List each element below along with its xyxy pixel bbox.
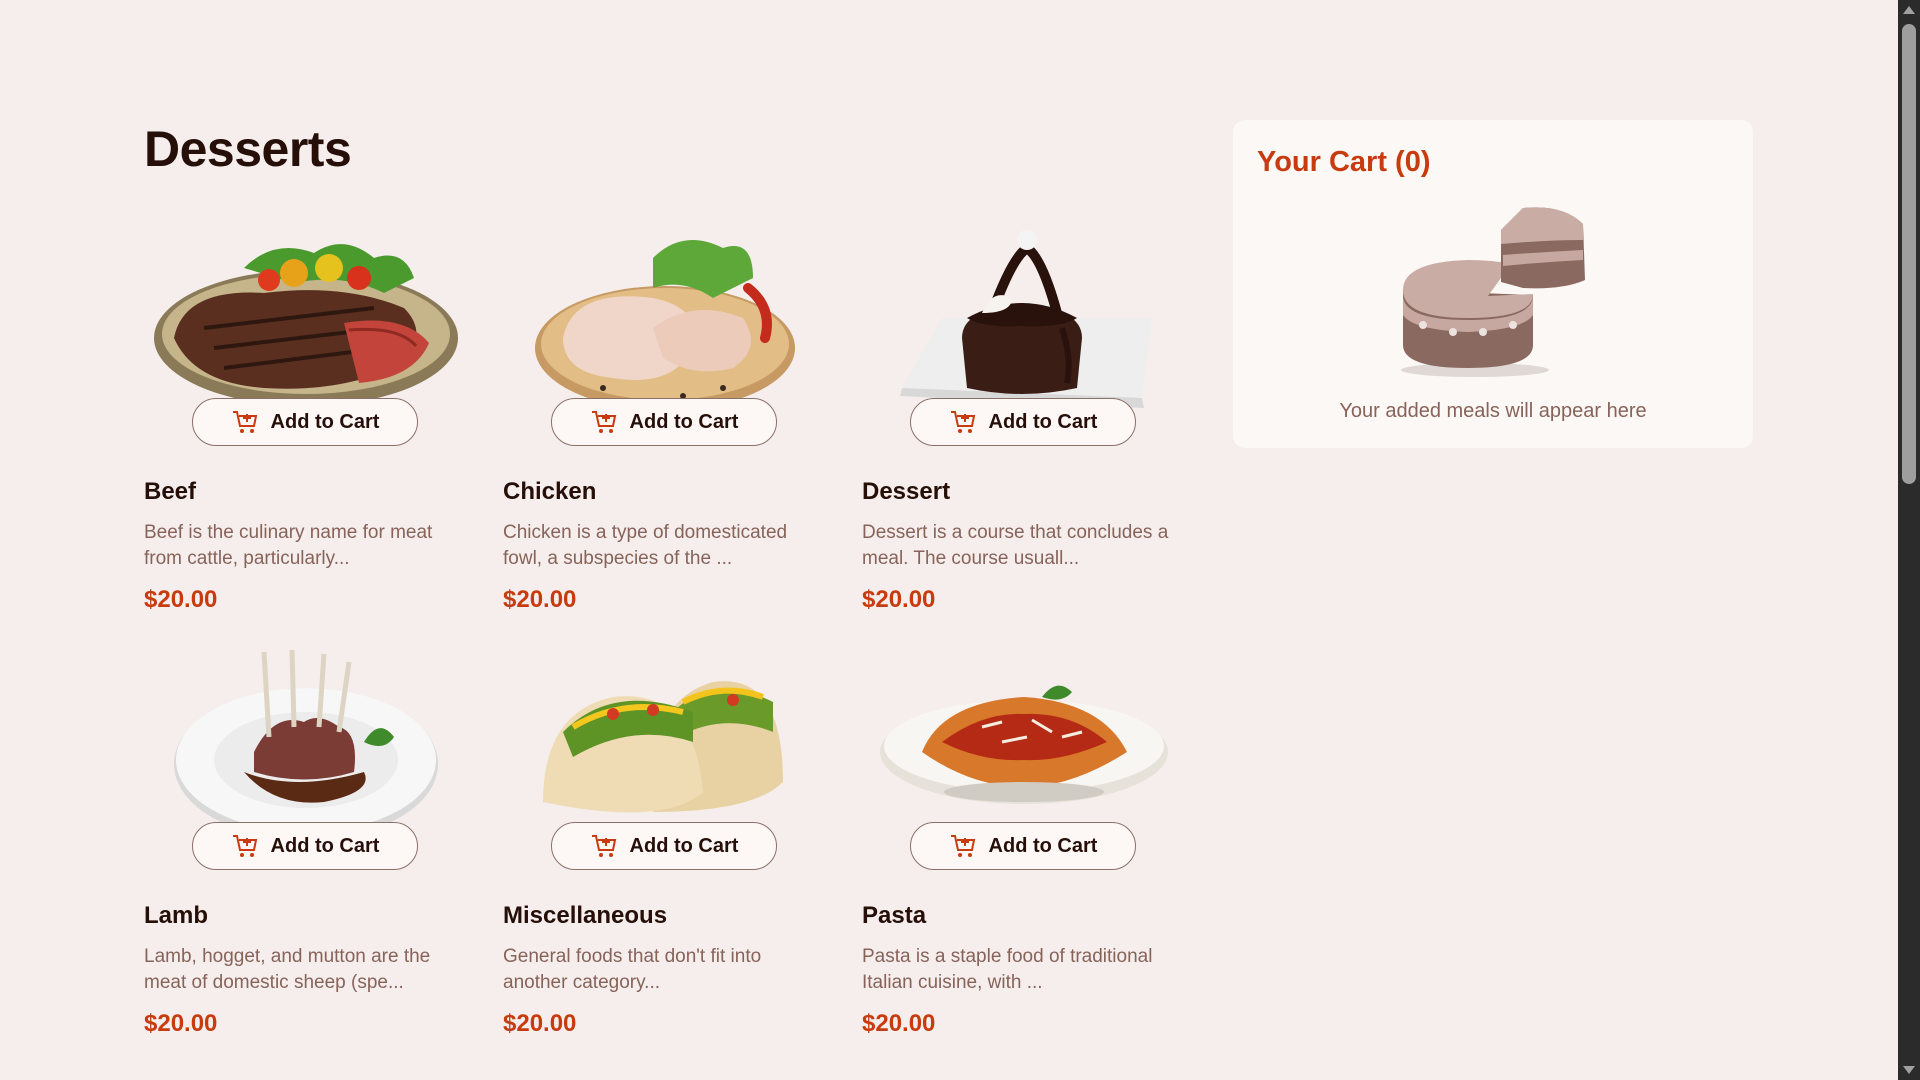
cart-plus-icon [231,832,259,860]
product-price: $20.00 [144,1010,218,1037]
cart-title: Your Cart (0) [1257,146,1431,178]
product-price: $20.00 [503,586,577,613]
product-grid: Add to Cart Beef Beef is the culinary na… [144,218,1186,1037]
product-card: Add to Cart Miscellaneous General foods … [503,642,827,1037]
cart-empty-message: Your added meals will appear here [1339,400,1647,422]
scroll-down-arrow-icon[interactable] [1903,1066,1915,1074]
product-name: Pasta [862,902,927,929]
product-description: Dessert is a course that concludes a mea… [862,522,1169,569]
product-description: Beef is the culinary name for meat from … [144,522,433,569]
product-name: Lamb [144,902,209,929]
empty-cake-illustration-icon [1383,200,1603,380]
product-name: Miscellaneous [503,902,668,929]
product-description: Lamb, hogget, and mutton are the meat of… [144,946,431,993]
chicken-legs-image [503,218,827,418]
cart-plus-icon [231,408,259,436]
add-to-cart-label: Add to Cart [270,834,380,857]
cart-plus-icon [949,408,977,436]
add-to-cart-label: Add to Cart [629,410,739,433]
tacos-image [503,642,827,842]
lamb-chops-image [144,642,468,842]
product-description: General foods that don't fit into anothe… [503,946,762,993]
product-name: Beef [144,478,197,505]
cart-plus-icon [590,408,618,436]
add-to-cart-label: Add to Cart [629,834,739,857]
product-description: Chicken is a type of domesticated fowl, … [503,522,788,569]
product-card: Add to Cart Dessert Dessert is a course … [862,218,1186,613]
add-to-cart-button[interactable]: Add to Cart [910,398,1136,446]
add-to-cart-label: Add to Cart [988,410,1098,433]
add-to-cart-button[interactable]: Add to Cart [192,398,418,446]
cart-panel: Your Cart (0) Your added meals will appe… [1233,120,1753,448]
product-card: Add to Cart Chicken Chicken is a type of… [503,218,827,613]
product-price: $20.00 [862,586,936,613]
scrollbar-thumb[interactable] [1902,24,1916,484]
add-to-cart-label: Add to Cart [988,834,1098,857]
product-card: Add to Cart Lamb Lamb, hogget, and mutto… [144,642,468,1037]
product-name: Chicken [503,478,597,505]
product-name: Dessert [862,478,951,505]
add-to-cart-label: Add to Cart [270,410,380,433]
page: Desserts Add to Cart Beef Beef is the cu… [0,0,1898,1080]
product-card: Add to Cart Pasta Pasta is a staple food… [862,642,1186,1037]
product-price: $20.00 [503,1010,577,1037]
add-to-cart-button[interactable]: Add to Cart [910,822,1136,870]
chocolate-cake-image [862,218,1186,418]
product-price: $20.00 [144,586,218,613]
beef-steak-image [144,218,468,418]
vertical-scrollbar[interactable] [1898,0,1920,1080]
product-price: $20.00 [862,1010,936,1037]
scroll-up-arrow-icon[interactable] [1903,6,1915,14]
product-card: Add to Cart Beef Beef is the culinary na… [144,218,468,613]
product-description: Pasta is a staple food of traditional It… [862,946,1153,993]
page-title: Desserts [144,121,352,177]
penne-pasta-image [862,642,1186,842]
cart-plus-icon [590,832,618,860]
cart-plus-icon [949,832,977,860]
add-to-cart-button[interactable]: Add to Cart [551,398,777,446]
add-to-cart-button[interactable]: Add to Cart [551,822,777,870]
add-to-cart-button[interactable]: Add to Cart [192,822,418,870]
